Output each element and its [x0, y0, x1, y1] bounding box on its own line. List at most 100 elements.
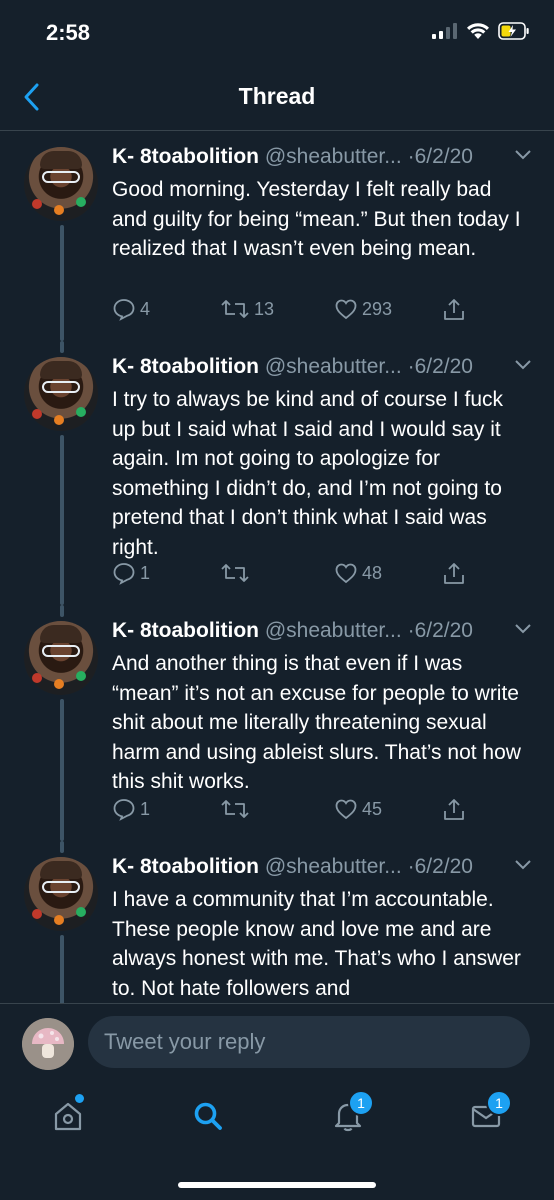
author-handle[interactable]: @sheabutter... — [265, 855, 402, 878]
retweet-icon — [221, 800, 249, 818]
new-content-dot — [75, 1094, 84, 1103]
reply-bar — [0, 1003, 554, 1081]
home-icon — [54, 1102, 82, 1131]
heart-icon — [335, 563, 357, 584]
like-count: 48 — [362, 562, 383, 583]
tweet-text: And another thing is that even if I was … — [112, 652, 521, 793]
tweet[interactable]: K- 8toabolition @sheabutter... ·6/2/20 I… — [0, 341, 554, 605]
tweet[interactable]: K- 8toabolition @sheabutter... ·6/2/20 I… — [0, 841, 554, 1003]
separator-dot: · — [407, 619, 415, 642]
retweet-icon — [221, 300, 249, 318]
battery-charging-icon — [498, 22, 529, 40]
reply-input[interactable] — [88, 1016, 530, 1068]
like-count: 45 — [362, 798, 383, 819]
reply-count: 1 — [140, 562, 151, 583]
tweet-text: Good morning. Yesterday I felt really ba… — [112, 178, 521, 260]
avatar[interactable] — [24, 857, 98, 931]
reply-icon — [113, 799, 135, 821]
tweet-header: K- 8toabolition @sheabutter... ·6/2/20 — [112, 855, 532, 885]
retweet-count: 13 — [254, 298, 275, 319]
author-name[interactable]: K- 8toabolition — [112, 145, 259, 168]
share-button[interactable] — [442, 561, 466, 587]
avatar[interactable] — [24, 621, 98, 695]
tweet-header: K- 8toabolition @sheabutter... ·6/2/20 — [112, 355, 532, 385]
tweet-header: K- 8toabolition @sheabutter... ·6/2/20 — [112, 619, 532, 649]
avatar[interactable] — [24, 357, 98, 431]
share-button[interactable] — [442, 297, 466, 323]
thread-connector-line — [60, 435, 64, 605]
chevron-down-icon[interactable] — [514, 859, 532, 871]
like-button[interactable]: 45 — [334, 797, 382, 821]
status-bar: 2:58 — [0, 0, 554, 64]
tweet[interactable]: K- 8toabolition @sheabutter... ·6/2/20 A… — [0, 605, 554, 841]
author-handle[interactable]: @sheabutter... — [265, 355, 402, 378]
tweet-date[interactable]: 6/2/20 — [415, 145, 473, 168]
tweet-text: I try to always be kind and of course I … — [112, 388, 504, 559]
retweet-button[interactable] — [220, 561, 254, 585]
thread-connector-line — [60, 935, 64, 1003]
author-name[interactable]: K- 8toabolition — [112, 855, 259, 878]
messages-badge: 1 — [486, 1090, 512, 1116]
author-handle[interactable]: @sheabutter... — [265, 619, 402, 642]
chevron-down-icon[interactable] — [514, 149, 532, 161]
like-button[interactable]: 293 — [334, 297, 392, 321]
avatar[interactable] — [24, 147, 98, 221]
thread-connector-line — [60, 841, 64, 853]
tweet-date[interactable]: 6/2/20 — [415, 355, 473, 378]
tweet-actions: 1 45 — [112, 797, 512, 827]
status-icons — [432, 22, 530, 40]
heart-icon — [335, 299, 357, 320]
tweet-date[interactable]: 6/2/20 — [415, 619, 473, 642]
retweet-button[interactable] — [220, 797, 254, 821]
thread-connector-line — [60, 699, 64, 841]
reply-button[interactable]: 1 — [112, 561, 150, 585]
cellular-signal-icon — [432, 23, 457, 39]
author-handle[interactable]: @sheabutter... — [265, 145, 402, 168]
share-icon — [444, 299, 464, 320]
mushroom-avatar-icon — [22, 1018, 74, 1070]
separator-dot: · — [407, 145, 415, 168]
user-avatar[interactable] — [22, 1018, 74, 1070]
reply-button[interactable]: 4 — [112, 297, 150, 321]
tab-messages[interactable]: 1 — [456, 1090, 516, 1138]
tweet-text: I have a community that I’m accountable.… — [112, 888, 521, 1000]
like-count: 293 — [362, 298, 393, 319]
status-time: 2:58 — [46, 20, 91, 45]
reply-button[interactable]: 1 — [112, 797, 150, 821]
separator-dot: · — [407, 855, 415, 878]
notifications-badge: 1 — [348, 1090, 374, 1116]
separator-dot: · — [407, 355, 415, 378]
share-icon — [444, 563, 464, 584]
heart-icon — [335, 799, 357, 820]
tweet[interactable]: K- 8toabolition @sheabutter... ·6/2/20 G… — [0, 131, 554, 341]
reply-icon — [113, 563, 135, 585]
thread-connector-line — [60, 605, 64, 617]
author-name[interactable]: K- 8toabolition — [112, 619, 259, 642]
page-title: Thread — [238, 83, 316, 109]
reply-count: 1 — [140, 798, 151, 819]
share-icon — [444, 799, 464, 820]
wifi-icon — [467, 23, 489, 39]
tweet-actions: 1 48 — [112, 561, 512, 591]
thread-connector-line — [60, 225, 64, 341]
thread[interactable]: K- 8toabolition @sheabutter... ·6/2/20 G… — [0, 131, 554, 1003]
reply-icon — [113, 299, 135, 321]
thread-connector-line — [60, 341, 64, 353]
share-button[interactable] — [442, 797, 466, 823]
tweet-date[interactable]: 6/2/20 — [415, 855, 473, 878]
chevron-down-icon[interactable] — [514, 623, 532, 635]
retweet-button[interactable]: 13 — [220, 297, 274, 321]
author-name[interactable]: K- 8toabolition — [112, 355, 259, 378]
tab-notifications[interactable]: 1 — [318, 1090, 378, 1138]
tab-bar: 1 1 — [0, 1080, 554, 1200]
chevron-down-icon[interactable] — [514, 359, 532, 371]
reply-count: 4 — [140, 298, 151, 319]
tab-home[interactable] — [38, 1094, 98, 1138]
like-button[interactable]: 48 — [334, 561, 382, 585]
search-icon — [194, 1102, 222, 1130]
tweet-header: K- 8toabolition @sheabutter... ·6/2/20 — [112, 145, 532, 175]
tweet-actions: 4 13 293 — [112, 297, 512, 327]
tab-search[interactable] — [178, 1094, 238, 1138]
home-indicator — [178, 1182, 376, 1188]
nav-bar: Thread — [0, 64, 554, 131]
